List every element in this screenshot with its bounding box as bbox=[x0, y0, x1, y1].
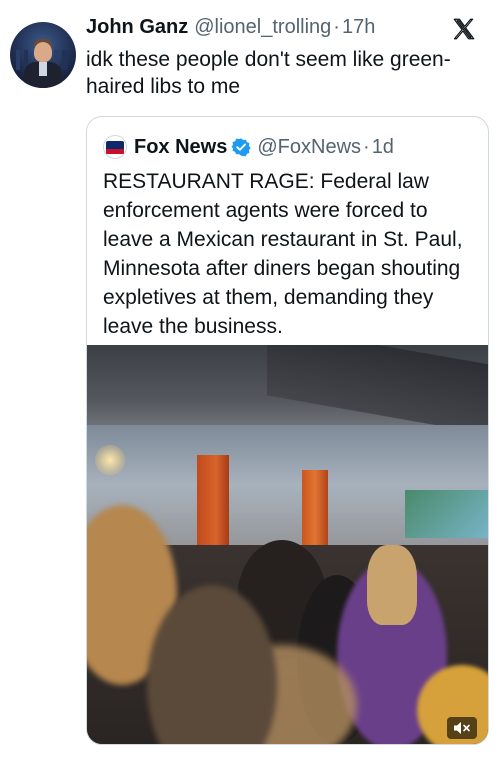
quoted-author-avatar[interactable] bbox=[103, 135, 127, 159]
quoted-author-name[interactable]: Fox News bbox=[134, 136, 227, 159]
avatar-shirt bbox=[39, 62, 47, 76]
video-scene-light bbox=[95, 445, 125, 475]
tweet[interactable]: John Ganz @lionel_trolling · 17h idk the… bbox=[0, 0, 500, 757]
author-avatar[interactable] bbox=[10, 22, 76, 88]
video-scene-person bbox=[367, 545, 417, 625]
author-handle[interactable]: @lionel_trolling bbox=[194, 16, 331, 39]
tweet-header: John Ganz @lionel_trolling · 17h bbox=[86, 16, 375, 44]
separator-dot: · bbox=[333, 16, 340, 38]
author-name[interactable]: John Ganz bbox=[86, 16, 188, 39]
fox-news-logo-icon bbox=[106, 141, 124, 154]
avatar-face bbox=[34, 42, 52, 62]
quoted-author-handle[interactable]: @FoxNews bbox=[257, 136, 361, 159]
verified-badge-icon bbox=[231, 138, 251, 157]
quoted-tweet-text: RESTAURANT RAGE: Federal law enforcement… bbox=[103, 170, 463, 338]
tweet-timestamp[interactable]: 17h bbox=[342, 16, 375, 39]
quoted-tweet[interactable]: Fox News @FoxNews · 1d RESTAURANT RAGE: … bbox=[86, 116, 489, 745]
tweet-text: idk these people don't seem like green-h… bbox=[86, 48, 451, 98]
video-player[interactable] bbox=[87, 345, 488, 744]
video-scene-tv bbox=[405, 490, 488, 538]
quoted-tweet-header: Fox News @FoxNews · 1d bbox=[103, 133, 394, 161]
x-logo-icon bbox=[453, 18, 475, 40]
speaker-muted-icon bbox=[454, 722, 470, 734]
quoted-tweet-timestamp[interactable]: 1d bbox=[372, 136, 394, 159]
mute-button[interactable] bbox=[447, 717, 477, 739]
quoted-separator-dot: · bbox=[363, 135, 370, 158]
